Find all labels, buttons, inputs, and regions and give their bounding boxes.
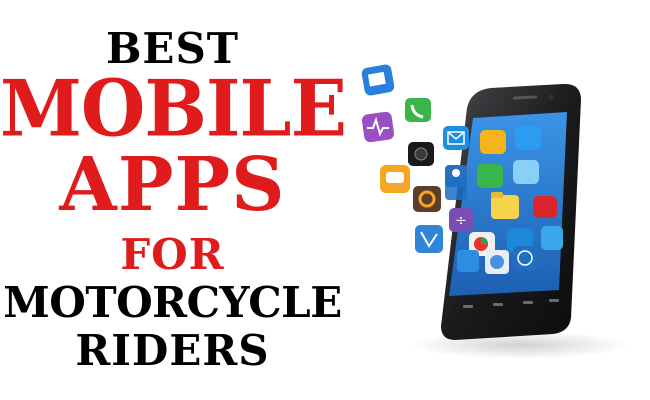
headline-motorcycle: MOTORCYCLE (3, 278, 342, 327)
compass-icon (457, 250, 479, 272)
gear-icon (413, 186, 441, 212)
camera-icon (408, 142, 434, 166)
calculator-icon: ÷ (449, 208, 473, 232)
headline-riders: RIDERS (75, 326, 270, 375)
headline: BEST MOBILE APPS FOR MOTORCYCLE RIDERS (0, 28, 347, 375)
map-icon (415, 225, 443, 253)
phone-illustration: ÷ (361, 64, 630, 359)
pie-chart-icon (485, 250, 509, 274)
heartbeat-icon (361, 111, 395, 143)
headline-apps: APPS (59, 142, 286, 228)
svg-text:÷: ÷ (455, 213, 467, 229)
headline-mobile: MOBILE (0, 63, 347, 155)
folder-icon (491, 192, 519, 219)
chat-icon (380, 165, 410, 193)
mail-icon (443, 126, 469, 150)
front-camera-icon (548, 94, 554, 100)
globe-icon (513, 246, 537, 270)
wifi-icon (445, 178, 467, 200)
calendar-icon (361, 64, 395, 96)
phone-icon (405, 98, 431, 122)
headline-for: FOR (120, 230, 225, 279)
